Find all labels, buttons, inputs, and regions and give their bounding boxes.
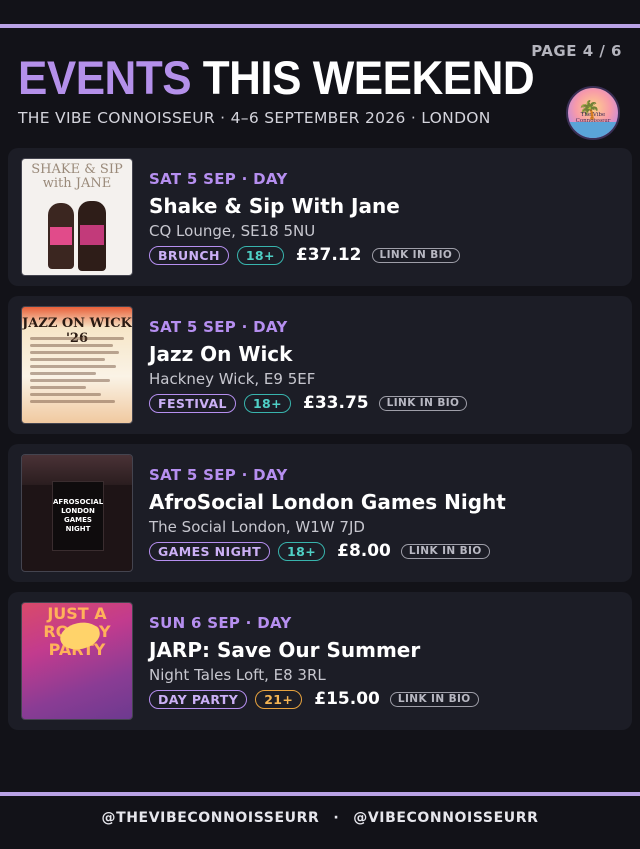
event-thumbnail[interactable]: SHAKE & SIP with JANE (21, 158, 133, 276)
link-in-bio-badge[interactable]: LINK IN BIO (389, 691, 479, 707)
link-in-bio-badge[interactable]: LINK IN BIO (378, 395, 468, 411)
thumbnail-figure-dress (80, 225, 104, 245)
event-tags: GAMES NIGHT 18+ £8.00 LINK IN BIO (149, 541, 506, 561)
event-name: Shake & Sip With Jane (149, 194, 400, 218)
event-price: £33.75 (303, 393, 369, 413)
event-info: SAT 5 SEP · DAY Shake & Sip With Jane CQ… (149, 170, 461, 265)
footer-handle-primary[interactable]: @THEVIBECONNOISSEURR (101, 810, 319, 826)
age-badge: 18+ (236, 245, 284, 265)
thumbnail-title: SHAKE & SIP with JANE (31, 162, 123, 191)
event-card[interactable]: AFROSOCIAL LONDON GAMES NIGHT SAT 5 SEP … (8, 444, 632, 582)
event-price: £37.12 (295, 245, 362, 265)
event-day: SAT 5 SEP · DAY (149, 170, 288, 188)
age-badge: 18+ (278, 541, 326, 561)
event-day: SAT 5 SEP · DAY (149, 466, 288, 484)
event-thumbnail[interactable]: JUST A ROWDY PARTY (21, 602, 133, 720)
thumbnail-panel: AFROSOCIAL LONDON GAMES NIGHT (52, 481, 104, 551)
logo-sea (568, 122, 618, 138)
category-badge: BRUNCH (149, 245, 229, 265)
event-card[interactable]: JAZZ ON WICK '26 SAT 5 SEP · DAY Jazz On… (8, 296, 632, 434)
event-card[interactable]: JUST A ROWDY PARTY SUN 6 SEP · DAY JARP:… (8, 592, 632, 730)
event-price: £15.00 (314, 689, 380, 709)
category-badge: GAMES NIGHT (149, 541, 271, 561)
event-card[interactable]: SHAKE & SIP with JANE SAT 5 SEP · DAY Sh… (8, 148, 632, 286)
event-info: SAT 5 SEP · DAY AfroSocial London Games … (149, 466, 506, 561)
event-day: SUN 6 SEP · DAY (149, 614, 292, 632)
thumbnail-lineup (30, 337, 124, 407)
event-info: SUN 6 SEP · DAY JARP: Save Our Summer Ni… (149, 614, 479, 709)
event-thumbnail[interactable]: JAZZ ON WICK '26 (21, 306, 133, 424)
event-thumbnail[interactable]: AFROSOCIAL LONDON GAMES NIGHT (21, 454, 133, 572)
footer-handles: @THEVIBECONNOISSEURR · @VIBECONNOISSEURR (0, 810, 640, 826)
page-indicator: PAGE 4 / 6 (531, 42, 622, 60)
event-name: Jazz On Wick (149, 342, 293, 366)
event-tags: BRUNCH 18+ £37.12 LINK IN BIO (149, 245, 461, 265)
event-venue: The Social London, W1W 7JD (149, 518, 365, 536)
title-accent: EVENTS (18, 52, 192, 105)
link-in-bio-badge[interactable]: LINK IN BIO (371, 247, 461, 263)
age-badge: 18+ (243, 393, 292, 413)
thumbnail-figure-dress (50, 227, 72, 245)
brand-logo: 🌴 The Vibe Connoisseur (566, 86, 620, 140)
footer-handle-secondary[interactable]: @VIBECONNOISSEURR (353, 810, 538, 826)
event-venue: Hackney Wick, E9 5EF (149, 370, 316, 388)
event-name: JARP: Save Our Summer (149, 638, 421, 662)
age-badge: 21+ (255, 689, 303, 709)
event-tags: FESTIVAL 18+ £33.75 LINK IN BIO (149, 393, 468, 413)
top-divider (0, 24, 640, 28)
category-badge: DAY PARTY (149, 689, 248, 709)
event-info: SAT 5 SEP · DAY Jazz On Wick Hackney Wic… (149, 318, 468, 413)
event-venue: CQ Lounge, SE18 5NU (149, 222, 316, 240)
page-title: EVENTS THIS WEEKEND (18, 52, 535, 106)
event-tags: DAY PARTY 21+ £15.00 LINK IN BIO (149, 689, 479, 709)
category-badge: FESTIVAL (149, 393, 236, 413)
title-main: THIS WEEKEND (202, 52, 535, 105)
event-day: SAT 5 SEP · DAY (149, 318, 288, 336)
event-venue: Night Tales Loft, E8 3RL (149, 666, 326, 684)
event-name: AfroSocial London Games Night (149, 490, 506, 514)
bottom-divider (0, 792, 640, 796)
thumbnail-title: AFROSOCIAL LONDON GAMES NIGHT (53, 498, 104, 533)
logo-text: The Vibe Connoisseur (575, 112, 611, 124)
link-in-bio-badge[interactable]: LINK IN BIO (400, 543, 490, 559)
page-subtitle: THE VIBE CONNOISSEUR · 4–6 SEPTEMBER 202… (18, 109, 491, 127)
event-price: £8.00 (337, 541, 391, 561)
footer-separator: · (333, 810, 340, 826)
